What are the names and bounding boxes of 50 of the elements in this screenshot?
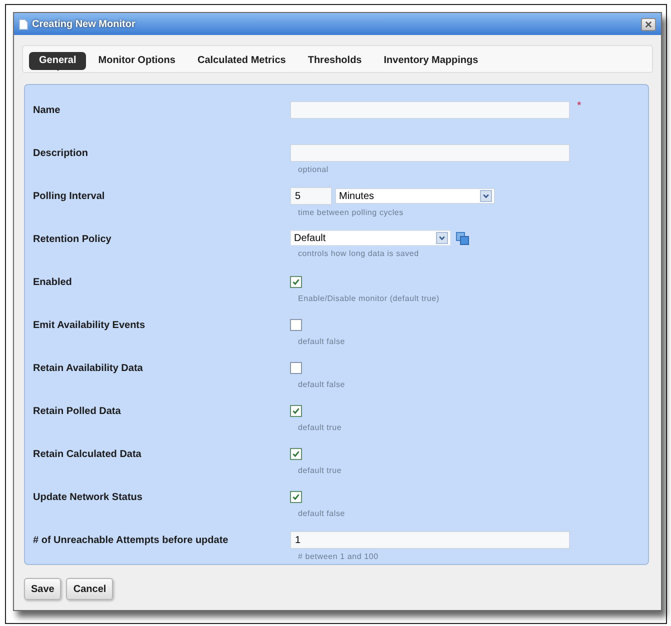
field-hint: Enable/Disable monitor (default true) bbox=[297, 293, 440, 305]
field-label: Retain Availability Data bbox=[33, 362, 143, 376]
tab[interactable]: Inventory Mappings bbox=[374, 52, 488, 70]
checkmark-icon bbox=[292, 493, 300, 501]
close-button[interactable] bbox=[641, 18, 656, 30]
field-label: Retain Polled Data bbox=[33, 404, 121, 418]
checkmark-icon bbox=[292, 407, 300, 415]
select-field[interactable]: Minutes bbox=[335, 188, 495, 204]
field-label: # of Unreachable Attempts before update bbox=[33, 534, 228, 548]
tab[interactable]: Monitor Options bbox=[88, 52, 186, 70]
tab[interactable]: General bbox=[29, 52, 86, 70]
field-hint: default false bbox=[297, 379, 346, 391]
field-hint: default true bbox=[297, 422, 342, 434]
tab[interactable]: Thresholds bbox=[298, 52, 372, 70]
field-label: Retention Policy bbox=[33, 232, 112, 246]
checkmark-icon bbox=[292, 450, 300, 458]
close-icon bbox=[645, 20, 652, 28]
field-label: Description bbox=[33, 146, 88, 160]
text-field[interactable] bbox=[290, 144, 570, 162]
field-hint: time between polling cycles bbox=[297, 207, 404, 219]
number-field[interactable]: 5 bbox=[290, 187, 332, 205]
dialog-button[interactable]: Cancel bbox=[66, 578, 114, 600]
field-hint: default false bbox=[297, 336, 346, 348]
checkbox[interactable] bbox=[290, 491, 302, 503]
select-field[interactable]: Default bbox=[290, 230, 451, 246]
checkbox[interactable] bbox=[290, 319, 302, 331]
field-hint: # between 1 and 100 bbox=[297, 551, 380, 563]
field-hint: controls how long data is saved bbox=[297, 248, 420, 260]
field-hint: default true bbox=[297, 465, 342, 477]
text-field[interactable] bbox=[290, 101, 570, 119]
field-label: Name bbox=[33, 104, 60, 118]
checkbox[interactable] bbox=[290, 405, 302, 417]
document-icon bbox=[19, 18, 28, 30]
checkbox[interactable] bbox=[290, 448, 302, 460]
checkmark-icon bbox=[292, 278, 300, 286]
stacked-squares-icon[interactable] bbox=[456, 232, 469, 244]
text-field[interactable]: 1 bbox=[290, 531, 570, 549]
field-label: Update Network Status bbox=[33, 490, 142, 504]
tab[interactable]: Calculated Metrics bbox=[187, 52, 296, 70]
window-title: Creating New Monitor bbox=[32, 18, 136, 32]
field-hint: default false bbox=[297, 508, 346, 520]
checkbox[interactable] bbox=[290, 362, 302, 374]
dialog-button[interactable]: Save bbox=[24, 578, 62, 600]
field-hint: optional bbox=[297, 164, 330, 176]
field-label: Polling Interval bbox=[33, 190, 105, 204]
field-label: Retain Calculated Data bbox=[33, 448, 142, 462]
required-mark: * bbox=[577, 101, 582, 112]
field-label: Enabled bbox=[33, 276, 72, 290]
field-label: Emit Availability Events bbox=[33, 318, 146, 332]
checkbox[interactable] bbox=[290, 276, 302, 288]
